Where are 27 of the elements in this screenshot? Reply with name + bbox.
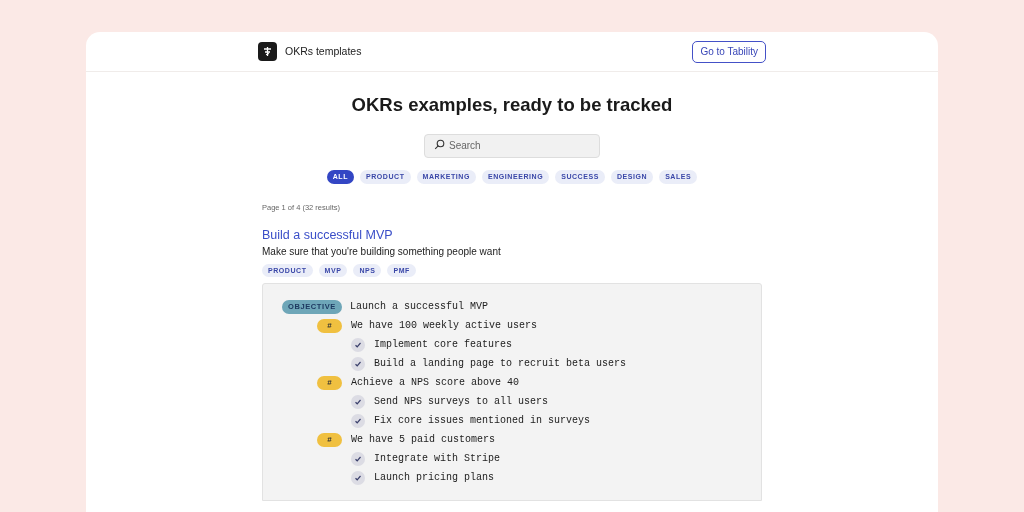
key-result-badge: # [317, 375, 342, 390]
brand-name: OKRs templates [285, 43, 362, 59]
checkmark-icon [351, 470, 365, 485]
checkmark-icon [351, 413, 365, 428]
key-result-text: We have 100 weekly active users [351, 319, 538, 334]
key-result-badge: # [317, 432, 342, 447]
initiative-text: Integrate with Stripe [374, 452, 501, 467]
go-to-tability-button[interactable]: Go to Tability [692, 40, 766, 63]
checkmark-icon [351, 337, 365, 352]
key-result-badge: # [317, 318, 342, 333]
objective-text: Launch a successful MVP [350, 300, 489, 315]
search-icon [434, 139, 445, 150]
checkmark-icon [351, 356, 365, 371]
key-result-text: We have 5 paid customers [351, 433, 496, 448]
search-field[interactable]: Search [424, 133, 600, 158]
page-title: OKRs examples, ready to be tracked [350, 94, 674, 116]
checkmark-icon [351, 451, 365, 466]
key-result-text: Achieve a NPS score above 40 [351, 376, 520, 391]
logo-icon [258, 42, 277, 61]
initiative-text: Launch pricing plans [374, 471, 495, 486]
template-title-link[interactable]: Build a successful MVP [262, 227, 393, 244]
initiative-text: Send NPS surveys to all users [374, 395, 549, 410]
initiative-text: Fix core issues mentioned in surveys [374, 414, 591, 429]
checkmark-icon [351, 394, 365, 409]
template-description: Make sure that you're building something people want [262, 245, 502, 260]
initiative-text: Build a landing page to recruit beta users [374, 357, 627, 372]
initiative-text: Implement core features [374, 338, 513, 353]
